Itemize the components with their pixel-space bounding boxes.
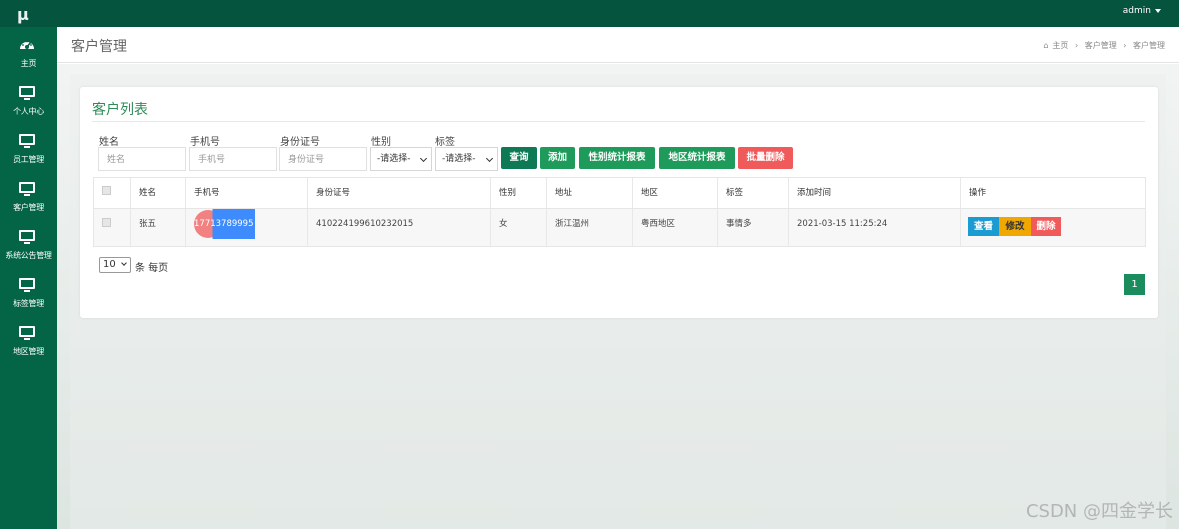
app-logo[interactable]: μ xyxy=(17,5,29,24)
gender-select[interactable]: -请选择- xyxy=(370,147,432,171)
sidebar-item-label: 标签管理 xyxy=(13,299,44,308)
table-row: 张五 17713789995 410224199610232015 女 浙江温州… xyxy=(94,209,1145,246)
page-header: 客户管理 ⌂ 主页 › 客户管理 › 客户管理 xyxy=(57,27,1179,63)
batch-delete-button[interactable]: 批量删除 xyxy=(738,147,793,169)
column-header: 添加时间 xyxy=(789,178,961,208)
monitor-icon xyxy=(19,278,35,292)
monitor-icon xyxy=(19,86,35,100)
cell-address: 浙江温州 xyxy=(547,209,633,246)
sidebar-item-announcements[interactable]: 系统公告管理 xyxy=(0,223,57,269)
name-filter-label: 姓名 xyxy=(99,137,119,148)
column-header: 地址 xyxy=(547,178,633,208)
monitor-icon xyxy=(19,182,35,196)
dashboard-icon xyxy=(20,40,34,49)
cell-gender: 女 xyxy=(491,209,547,246)
page-size-select[interactable]: 10 xyxy=(99,257,131,273)
divider xyxy=(92,121,1145,122)
edit-button[interactable]: 修改 xyxy=(999,217,1031,236)
sidebar-item-label: 员工管理 xyxy=(13,155,44,164)
cell-region: 粤西地区 xyxy=(633,209,718,246)
phone-search-input[interactable]: 手机号 xyxy=(189,147,277,171)
table-header-row: 姓名 手机号 身份证号 性别 地址 地区 标签 添加时间 操作 xyxy=(94,178,1145,209)
cell-phone: 17713789995 xyxy=(186,209,308,246)
cell-idcard: 410224199610232015 xyxy=(308,209,491,246)
cell-phone-text: 17713789995 xyxy=(194,209,255,239)
sidebar-item-employees[interactable]: 员工管理 xyxy=(0,127,57,173)
customer-list-panel: 客户列表 姓名 手机号 身份证号 性别 标签 姓名 手机号 身份证号 -请选择-… xyxy=(80,87,1158,318)
cell-added-time: 2021-03-15 11:25:24 xyxy=(789,209,961,246)
chevron-down-icon xyxy=(419,154,428,163)
column-header: 性别 xyxy=(491,178,547,208)
sidebar-item-label: 系统公告管理 xyxy=(5,251,52,260)
gender-report-button[interactable]: 性别统计报表 xyxy=(579,147,655,169)
gender-filter-label: 性别 xyxy=(371,137,391,148)
home-icon: ⌂ xyxy=(1043,41,1049,50)
breadcrumb-separator: › xyxy=(1123,41,1127,50)
watermark: CSDN @四金学长 xyxy=(1025,501,1173,522)
tag-select[interactable]: -请选择- xyxy=(435,147,498,171)
top-bar: μ admin xyxy=(0,0,1179,27)
sidebar-item-customers[interactable]: 客户管理 xyxy=(0,175,57,221)
column-header: 标签 xyxy=(718,178,789,208)
sidebar-item-label: 个人中心 xyxy=(13,107,44,116)
row-checkbox[interactable] xyxy=(102,218,111,227)
breadcrumb-item[interactable]: 客户管理 xyxy=(1085,41,1117,50)
column-header: 身份证号 xyxy=(308,178,491,208)
idcard-search-input[interactable]: 身份证号 xyxy=(279,147,367,171)
monitor-icon xyxy=(19,134,35,148)
sidebar-item-regions[interactable]: 地区管理 xyxy=(0,319,57,365)
breadcrumb-separator: › xyxy=(1074,41,1079,50)
idcard-filter-label: 身份证号 xyxy=(280,137,320,148)
user-menu-label: admin xyxy=(1122,6,1151,16)
caret-down-icon xyxy=(1155,8,1161,13)
column-header: 地区 xyxy=(633,178,718,208)
page-size-label: 条 每页 xyxy=(135,263,169,274)
sidebar: 主页 个人中心 员工管理 客户管理 系统公告管理 标签管理 地区管理 xyxy=(0,27,57,529)
column-header: 姓名 xyxy=(131,178,186,208)
cell-name: 张五 xyxy=(131,209,186,246)
delete-button[interactable]: 删除 xyxy=(1031,217,1061,236)
monitor-icon xyxy=(19,230,35,244)
sidebar-item-label: 地区管理 xyxy=(13,347,44,356)
cell-tag: 事情多 xyxy=(718,209,789,246)
sidebar-item-home[interactable]: 主页 xyxy=(0,31,57,77)
row-checkbox-cell xyxy=(94,209,131,246)
header-checkbox-cell xyxy=(94,178,131,208)
user-menu[interactable]: admin xyxy=(1123,6,1161,16)
gender-select-value: -请选择- xyxy=(377,154,411,164)
cell-actions: 查看 修改 删除 xyxy=(961,209,1145,246)
region-report-button[interactable]: 地区统计报表 xyxy=(659,147,735,169)
chevron-down-icon xyxy=(485,154,494,163)
view-button[interactable]: 查看 xyxy=(968,217,999,236)
sidebar-item-label: 客户管理 xyxy=(13,203,44,212)
page-title: 客户管理 xyxy=(71,39,127,55)
page-number-button[interactable]: 1 xyxy=(1124,274,1145,295)
sidebar-item-profile[interactable]: 个人中心 xyxy=(0,79,57,125)
breadcrumb-item-home[interactable]: 主页 xyxy=(1052,41,1068,50)
chevron-down-icon xyxy=(121,260,127,266)
phone-filter-label: 手机号 xyxy=(190,137,220,148)
breadcrumb: ⌂ 主页 › 客户管理 › 客户管理 xyxy=(1041,40,1167,51)
sidebar-item-tags[interactable]: 标签管理 xyxy=(0,271,57,317)
add-button[interactable]: 添加 xyxy=(540,147,575,169)
name-search-input[interactable]: 姓名 xyxy=(98,147,186,171)
sidebar-item-label: 主页 xyxy=(20,59,37,68)
column-header: 手机号 xyxy=(186,178,308,208)
column-header: 操作 xyxy=(969,188,987,198)
tag-select-value: -请选择- xyxy=(442,154,476,164)
customer-table: 姓名 手机号 身份证号 性别 地址 地区 标签 添加时间 操作 张五 17713… xyxy=(93,177,1146,247)
select-all-checkbox[interactable] xyxy=(102,186,111,195)
page-size-value: 10 xyxy=(103,259,116,270)
panel-title: 客户列表 xyxy=(92,102,148,118)
monitor-icon xyxy=(19,326,35,340)
breadcrumb-item-current: 客户管理 xyxy=(1133,41,1165,50)
tag-filter-label: 标签 xyxy=(435,137,455,148)
search-button[interactable]: 查询 xyxy=(501,147,537,169)
